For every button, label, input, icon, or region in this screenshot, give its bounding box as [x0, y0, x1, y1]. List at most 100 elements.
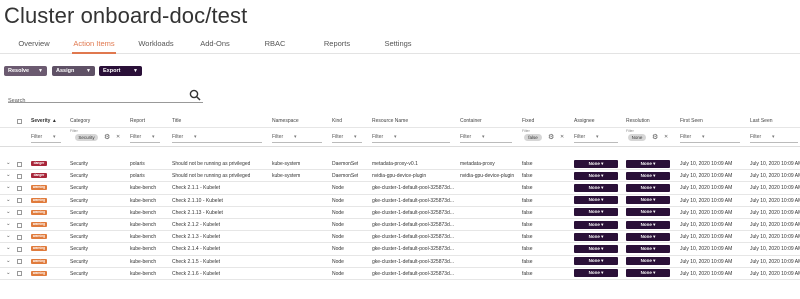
table-row[interactable]: ⌄ danger Security polaris Should not be runn…	[0, 170, 800, 183]
chevron-down-icon: ▼	[86, 68, 91, 74]
resolution-dropdown[interactable]: None ▾	[626, 208, 670, 217]
table-row[interactable]: ⌄ warning Security kube-bench Check 2.1.10 -…	[0, 195, 800, 207]
expand-chevron-icon[interactable]: ⌄	[6, 270, 11, 276]
assignee-dropdown[interactable]: None ▾	[574, 257, 618, 266]
search-icon[interactable]	[189, 89, 201, 101]
resolution-dropdown[interactable]: None ▾	[626, 257, 670, 266]
last-seen-cell: July 10, 2020 10:09 AM	[750, 185, 800, 192]
header-fixed[interactable]: Fixed	[522, 118, 534, 124]
resolution-dropdown[interactable]: None ▾	[626, 183, 670, 192]
last-seen-filter[interactable]: Filter	[750, 134, 775, 140]
assignee-dropdown[interactable]: None ▾	[574, 183, 618, 192]
clear-filter-icon[interactable]: ✕	[560, 134, 564, 140]
assignee-dropdown[interactable]: None ▾	[574, 159, 618, 168]
row-checkbox[interactable]	[17, 222, 22, 228]
header-title[interactable]: Title	[172, 118, 181, 124]
row-checkbox[interactable]	[17, 185, 22, 191]
table-row[interactable]: ⌄ warning Security kube-bench Check 2.1.13 -…	[0, 207, 800, 219]
expand-chevron-icon[interactable]: ⌄	[6, 258, 11, 264]
resolve-button[interactable]: Resolve ▼	[4, 66, 47, 76]
resolution-dropdown[interactable]: None ▾	[626, 232, 670, 241]
resolution-dropdown[interactable]: None ▾	[626, 196, 670, 205]
assignee-dropdown[interactable]: None ▾	[574, 208, 618, 217]
expand-chevron-icon[interactable]: ⌄	[6, 197, 11, 203]
gear-icon[interactable]: ⚙	[104, 133, 110, 141]
namespace-filter[interactable]: Filter	[272, 134, 297, 140]
table-row[interactable]: ⌄ danger Security polaris Should not be runn…	[0, 158, 800, 171]
tab-action-items[interactable]: Action Items	[72, 38, 116, 54]
header-first-seen[interactable]: First Seen	[680, 118, 703, 124]
header-resource-name[interactable]: Resource Name	[372, 118, 408, 124]
header-last-seen[interactable]: Last Seen	[750, 118, 773, 124]
expand-chevron-icon[interactable]: ⌄	[6, 209, 11, 215]
table-row[interactable]: ⌄ warning Security kube-bench Check 2.1.2 - …	[0, 219, 800, 232]
assignee-dropdown[interactable]: None ▾	[574, 220, 618, 229]
assignee-filter[interactable]: Filter	[574, 134, 599, 140]
expand-chevron-icon[interactable]: ⌄	[6, 184, 11, 190]
first-seen-filter[interactable]: Filter	[680, 134, 705, 140]
resolution-dropdown[interactable]: None ▾	[626, 159, 670, 168]
kind-filter[interactable]: Filter	[332, 134, 357, 140]
assignee-dropdown[interactable]: None ▾	[574, 171, 618, 180]
header-report[interactable]: Report	[130, 118, 145, 124]
row-checkbox[interactable]	[17, 173, 22, 179]
table-row[interactable]: ⌄ warning Security kube-bench Check 2.1.5 - …	[0, 256, 800, 268]
assignee-dropdown[interactable]: None ▾	[574, 244, 618, 253]
first-seen-cell: July 10, 2020 10:09 AM	[680, 222, 733, 228]
row-checkbox[interactable]	[17, 271, 22, 277]
table-row[interactable]: ⌄ warning Security kube-bench Check 2.1.3 - …	[0, 231, 800, 244]
resolution-dropdown[interactable]: None ▾	[626, 171, 670, 180]
expand-chevron-icon[interactable]: ⌄	[6, 221, 11, 227]
category-filter-chip[interactable]: Security	[75, 134, 98, 141]
resolution-filter-chip[interactable]: None	[628, 134, 646, 141]
assignee-dropdown[interactable]: None ▾	[574, 196, 618, 205]
severity-filter[interactable]: Filter	[31, 134, 56, 140]
container-filter[interactable]: Filter	[460, 134, 485, 140]
assign-button[interactable]: Assign ▼	[52, 66, 95, 76]
header-namespace[interactable]: Namespace	[272, 118, 299, 124]
tab-reports[interactable]: Reports	[322, 38, 352, 54]
gear-icon[interactable]: ⚙	[652, 133, 658, 141]
table-row[interactable]: ⌄ warning Security kube-bench Check 2.1.4 - …	[0, 243, 800, 256]
header-assignee[interactable]: Assignee	[574, 118, 595, 124]
select-all-checkbox[interactable]	[17, 119, 22, 124]
export-button[interactable]: Export ▼	[99, 66, 142, 76]
assignee-dropdown[interactable]: None ▾	[574, 232, 618, 241]
search-input[interactable]	[8, 95, 183, 107]
row-checkbox[interactable]	[17, 259, 22, 265]
table-row[interactable]: ⌄ warning Security kube-bench Check 2.1.6 - …	[0, 268, 800, 280]
report-cell: kube-bench	[130, 197, 157, 204]
title-filter[interactable]: Filter	[172, 134, 197, 140]
header-container[interactable]: Container	[460, 118, 482, 124]
resource-name-filter[interactable]: Filter	[372, 134, 397, 140]
row-checkbox[interactable]	[17, 198, 22, 204]
clear-filter-icon[interactable]: ✕	[116, 134, 120, 140]
resolution-dropdown[interactable]: None ▾	[626, 220, 670, 229]
clear-filter-icon[interactable]: ✕	[664, 134, 668, 140]
expand-chevron-icon[interactable]: ⌄	[6, 172, 11, 178]
tab-overview[interactable]: Overview	[18, 38, 50, 54]
tab-rbac[interactable]: RBAC	[262, 38, 288, 54]
kind-cell: DaemonSet	[332, 173, 359, 180]
expand-chevron-icon[interactable]: ⌄	[6, 245, 11, 251]
gear-icon[interactable]: ⚙	[548, 133, 554, 141]
header-kind[interactable]: Kind	[332, 118, 342, 124]
fixed-filter-chip[interactable]: false	[524, 134, 542, 141]
tab-settings[interactable]: Settings	[384, 38, 412, 54]
expand-chevron-icon[interactable]: ⌄	[6, 233, 11, 239]
tab-add-ons[interactable]: Add-Ons	[200, 38, 230, 54]
expand-chevron-icon[interactable]: ⌄	[6, 160, 11, 166]
tab-workloads[interactable]: Workloads	[138, 38, 174, 54]
resolution-dropdown[interactable]: None ▾	[626, 269, 670, 278]
row-checkbox[interactable]	[17, 234, 22, 240]
header-category[interactable]: Category	[70, 118, 90, 124]
table-row[interactable]: ⌄ warning Security kube-bench Check 2.1.1 - …	[0, 182, 800, 195]
header-severity[interactable]: Severity ▲	[31, 118, 57, 124]
report-filter[interactable]: Filter	[130, 134, 155, 140]
header-resolution[interactable]: Resolution	[626, 118, 650, 124]
assignee-dropdown[interactable]: None ▾	[574, 269, 618, 278]
resolution-dropdown[interactable]: None ▾	[626, 244, 670, 253]
row-checkbox[interactable]	[17, 161, 22, 167]
row-checkbox[interactable]	[17, 246, 22, 252]
row-checkbox[interactable]	[17, 210, 22, 216]
